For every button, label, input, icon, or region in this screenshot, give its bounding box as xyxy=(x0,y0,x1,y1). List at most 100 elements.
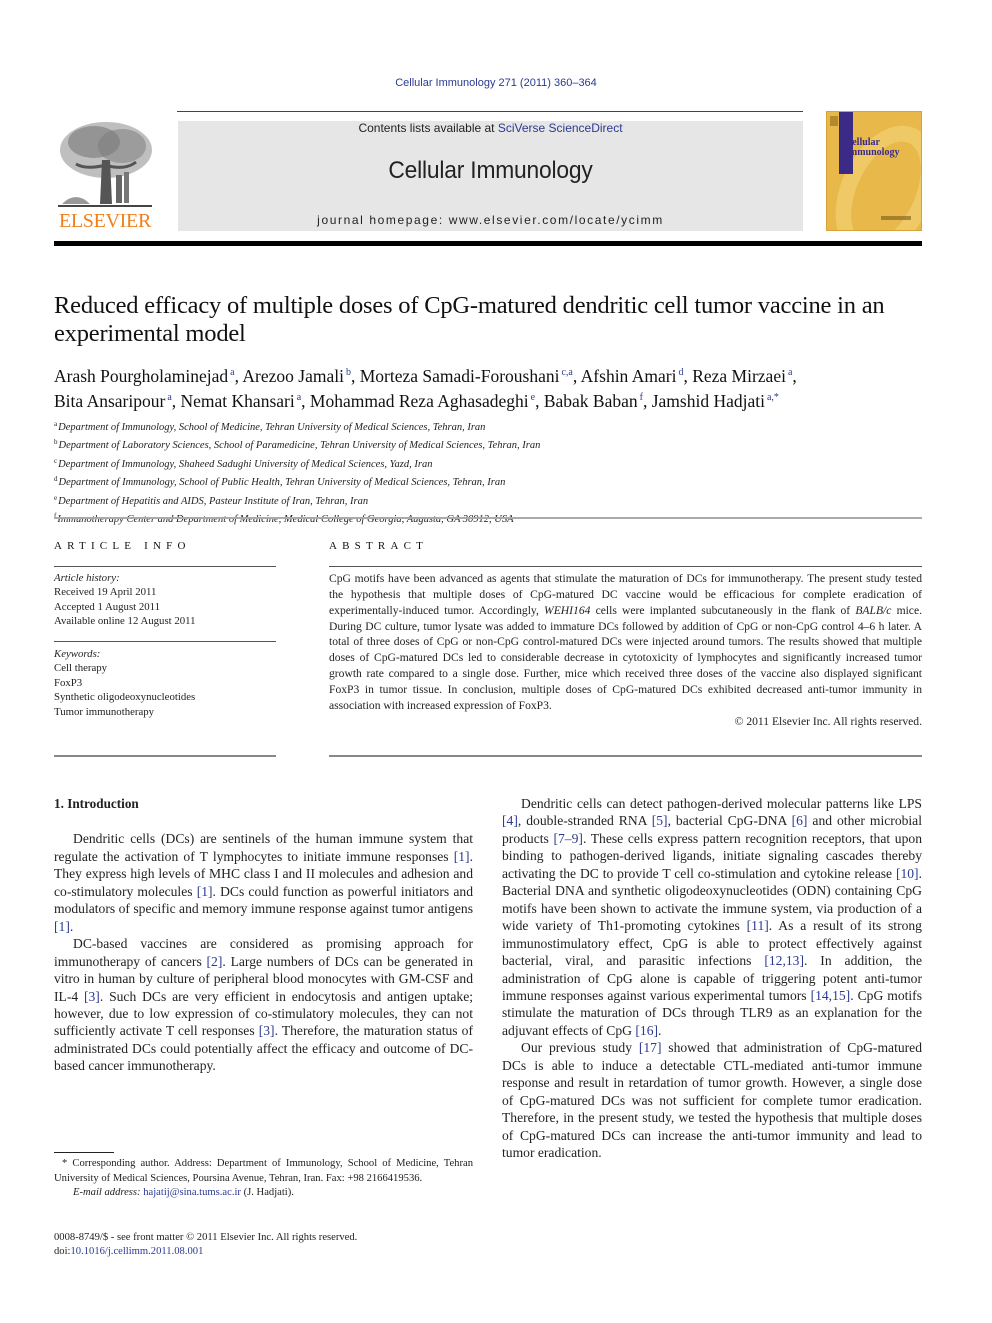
affiliation-marker[interactable]: d xyxy=(678,367,683,378)
affiliation-item: cDepartment of Immunology, Shaheed Sadug… xyxy=(54,454,934,472)
author-name: Morteza Samadi-Foroushani xyxy=(359,366,560,386)
body-paragraph: DC-based vaccines are considered as prom… xyxy=(54,935,473,1075)
author-name: Afshin Amari xyxy=(580,366,677,386)
article-info-heading: ARTICLE INFO xyxy=(54,540,191,552)
cover-title: Cellular Immunology xyxy=(845,138,899,158)
keywords-rule xyxy=(54,641,276,642)
author-name: Babak Baban xyxy=(543,391,638,411)
author-name: Jamshid Hadjati xyxy=(651,391,765,411)
affiliation-text: Department of Immunology, School of Medi… xyxy=(58,422,486,433)
citation-link[interactable]: [3] xyxy=(259,1023,275,1038)
paragraph-text: Our previous study xyxy=(521,1040,639,1056)
citation-link[interactable]: [6] xyxy=(792,813,808,828)
citation-link[interactable]: [12,13] xyxy=(764,953,804,968)
author-list: Arash Pourgholaminejad a, Arezoo Jamali b,… xyxy=(54,366,797,411)
citation-link[interactable]: [3] xyxy=(84,989,100,1004)
citation-link[interactable]: [5] xyxy=(652,813,668,828)
affiliation-marker[interactable]: b xyxy=(346,367,351,378)
affiliation-key: a xyxy=(54,420,58,428)
author-name: Bita Ansaripour xyxy=(54,391,166,411)
paragraph-text: showed that administration of CpG-mature… xyxy=(502,1040,923,1161)
citation-link[interactable]: [1] xyxy=(54,919,70,934)
paragraph-text: Dendritic cells (DCs) are sentinels of t… xyxy=(54,831,473,864)
author-name: Arezoo Jamali xyxy=(242,366,344,386)
section-divider xyxy=(54,517,922,519)
affiliation-marker[interactable]: a xyxy=(167,392,171,403)
author-name: Mohammad Reza Aghasadeghi xyxy=(309,391,529,411)
article-history-label: Article history: xyxy=(54,572,120,584)
sciencedirect-link[interactable]: SciVerse ScienceDirect xyxy=(498,121,623,135)
citation-link[interactable]: [7–9] xyxy=(553,831,582,846)
affiliation-marker[interactable]: a xyxy=(230,367,234,378)
affiliation-key: b xyxy=(54,438,58,447)
doi-line: doi:10.1016/j.cellimm.2011.08.001 xyxy=(54,1245,474,1259)
body-left-column: 1. Introduction Dendritic cells (DCs) ar… xyxy=(54,795,473,1075)
article-title: Reduced efficacy of multiple doses of Cp… xyxy=(54,292,885,347)
keyword-item: Tumor immunotherapy xyxy=(54,705,155,718)
doi-link[interactable]: 10.1016/j.cellimm.2011.08.001 xyxy=(70,1246,203,1257)
corresponding-author-text: * Corresponding author. Address: Departm… xyxy=(54,1158,473,1184)
author-name: Reza Mirzaei xyxy=(692,366,786,386)
abstract-text-part: cells were implanted subcutaneously in t… xyxy=(590,603,856,617)
cover-elsevier-emblem-icon xyxy=(830,116,838,126)
journal-citation-link[interactable]: Cellular Immunology 271 (2011) 360–364 xyxy=(0,77,992,89)
citation-link[interactable]: [1] xyxy=(197,884,213,899)
front-matter: 0008-8749/$ - see front matter © 2011 El… xyxy=(54,1231,474,1260)
keywords-block: Keywords: Cell therapy FoxP3 Synthetic o… xyxy=(54,647,284,719)
journal-banner: Contents lists available at SciVerse Sci… xyxy=(178,121,803,231)
abstract-italic-strain: BALB/c xyxy=(855,603,892,617)
homepage-link[interactable]: www.elsevier.com/locate/ycimm xyxy=(449,213,664,227)
keyword-item: FoxP3 xyxy=(54,676,83,689)
accepted-date: Accepted 1 August 2011 xyxy=(54,600,161,613)
affiliation-text: Department of Immunology, Shaheed Sadugh… xyxy=(58,458,433,470)
citation-link[interactable]: [4] xyxy=(502,813,518,828)
paragraph-text: . xyxy=(658,1022,662,1038)
affiliation-marker[interactable]: a xyxy=(788,367,792,378)
affiliation-marker[interactable]: f xyxy=(640,392,643,403)
elsevier-tree-icon xyxy=(58,122,152,207)
affiliation-text: Department of Hepatitis and AIDS, Pasteu… xyxy=(58,495,369,507)
citation-link[interactable]: [10] xyxy=(896,866,919,881)
citation-link[interactable]: [14,15] xyxy=(811,988,851,1003)
elsevier-logo[interactable]: ELSEVIER xyxy=(54,120,156,232)
corresponding-author-note: * Corresponding author. Address: Departm… xyxy=(54,1157,473,1186)
email-link[interactable]: hajatij@sina.tums.ac.ir xyxy=(143,1187,241,1198)
article-info-bottom-rule xyxy=(54,755,276,757)
affiliation-marker[interactable]: a xyxy=(297,392,301,403)
keyword-item: Cell therapy xyxy=(54,662,108,675)
contents-line: Contents lists available at SciVerse Sci… xyxy=(178,121,803,135)
affiliation-key: d xyxy=(54,475,58,484)
footnote-rule xyxy=(54,1152,114,1153)
citation-link[interactable]: [17] xyxy=(639,1040,662,1055)
abstract-italic-cellline: WEHI164 xyxy=(544,603,591,617)
issn-line: 0008-8749/$ - see front matter © 2011 El… xyxy=(54,1232,358,1243)
citation-link[interactable]: [11] xyxy=(747,918,769,933)
journal-cover-image[interactable]: Cellular Immunology xyxy=(826,111,922,231)
affiliation-item: aDepartment of Immunology, School of Med… xyxy=(54,417,934,435)
affiliation-marker[interactable]: a,* xyxy=(767,392,779,403)
affiliation-marker[interactable]: c,a xyxy=(561,367,572,378)
abstract-bottom-rule xyxy=(329,755,922,757)
paragraph-text: Dendritic cells can detect pathogen-deri… xyxy=(521,796,922,811)
citation-link[interactable]: [2] xyxy=(207,954,223,969)
abstract-heading: ABSTRACT xyxy=(329,540,429,552)
author-name: Arash Pourgholaminejad xyxy=(54,366,229,386)
abstract-text-part: mice. During DC culture, tumor lysate wa… xyxy=(329,603,922,712)
affiliation-marker[interactable]: e xyxy=(531,392,535,403)
paragraph-text: . xyxy=(69,918,74,934)
keyword-item: Synthetic oligodeoxynucleotides xyxy=(54,691,196,704)
corresponding-author-footnote: * Corresponding author. Address: Departm… xyxy=(54,1157,473,1201)
citation-link[interactable]: [16] xyxy=(635,1023,658,1038)
affiliation-key: e xyxy=(54,493,58,502)
paragraph-text: , bacterial CpG-DNA xyxy=(667,813,792,829)
affiliation-text: Immunotherapy Center and Department of M… xyxy=(57,514,514,526)
body-paragraph: Dendritic cells (DCs) are sentinels of t… xyxy=(54,830,473,935)
body-right-column: Dendritic cells can detect pathogen-deri… xyxy=(502,795,922,1162)
affiliation-item: eDepartment of Hepatitis and AIDS, Paste… xyxy=(54,491,934,509)
cover-footer-mark xyxy=(881,216,911,220)
journal-name: Cellular Immunology xyxy=(388,157,593,184)
article-info-rule xyxy=(54,566,276,567)
citation-link[interactable]: [1] xyxy=(454,849,470,864)
section-heading-introduction: 1. Introduction xyxy=(54,796,139,811)
received-date: Received 19 April 2011 xyxy=(54,586,157,599)
